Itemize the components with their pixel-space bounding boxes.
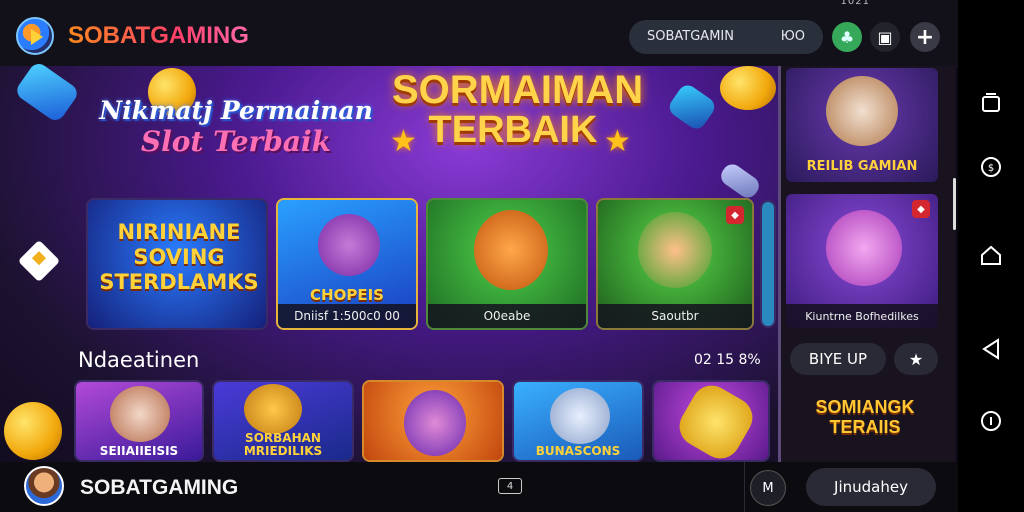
hero-slogan: Nikmatj Permainan Slot Terbaik xyxy=(96,96,376,158)
bottom-divider xyxy=(744,462,745,512)
featured-game-card-partial[interactable] xyxy=(760,200,776,328)
side-game-caption: Kiuntrne Bofhedilkes xyxy=(786,304,938,328)
hot-badge-icon: ◆ xyxy=(726,206,744,224)
account-balance: ЮО xyxy=(780,29,805,44)
game-caption: Dniisf 1:500c0 00 xyxy=(278,304,416,328)
character-art xyxy=(826,210,902,286)
character-art xyxy=(550,388,610,444)
character-art xyxy=(318,214,380,276)
section-title: Ndaeatinen xyxy=(78,348,200,372)
coin-decoration xyxy=(720,66,776,110)
promo-line2: TERAIIS xyxy=(829,416,901,437)
panel-divider xyxy=(778,66,781,462)
gem-decoration xyxy=(665,81,719,133)
game-caption: O0eabe xyxy=(428,304,586,328)
app-screen: 1021 SOBATGAMING SOBATGAMIN ЮО ♣ ▣ + Nik… xyxy=(0,0,1024,512)
side-game-card[interactable]: ◆ Kiuntrne Bofhedilkes xyxy=(784,192,940,330)
main-content: Nikmatj Permainan Slot Terbaik SORMAIMAN… xyxy=(0,60,778,462)
bottom-brand: SOBATGAMING xyxy=(80,476,239,499)
hero-slogan-line2: Slot Terbaik xyxy=(140,125,332,158)
logo-icon[interactable] xyxy=(16,17,54,55)
game-caption: Saoutbr xyxy=(598,304,752,328)
game-card[interactable] xyxy=(362,380,504,462)
side-game-title: REILIB GAMIAN xyxy=(806,159,918,174)
character-art xyxy=(474,210,548,290)
game-title: CHOPEIS xyxy=(310,286,384,304)
star-icon: ★ xyxy=(390,124,417,159)
game-card[interactable] xyxy=(652,380,770,462)
account-name: SOBATGAMIN xyxy=(647,29,734,44)
wallet-icon[interactable]: ▣ xyxy=(870,22,900,52)
back-icon[interactable] xyxy=(980,338,1002,360)
game-card[interactable]: SORBAHAN MRIEDILIKS xyxy=(212,380,354,462)
coin-icon[interactable]: $ xyxy=(980,156,1002,178)
recents-icon[interactable] xyxy=(980,92,1002,114)
plus-icon[interactable]: + xyxy=(910,22,940,52)
menu-circle-button[interactable]: M xyxy=(750,470,786,506)
promo-text: SOMIANGK TERAIIS xyxy=(800,397,930,438)
featured-game-card[interactable]: CHOPEIS Dniisf 1:500c0 00 xyxy=(276,198,418,330)
status-text: 1021 xyxy=(840,0,870,7)
character-art xyxy=(826,76,898,146)
game-title: NIRINIANE SOVING STERDLAMKS xyxy=(99,220,259,295)
svg-text:$: $ xyxy=(988,163,994,174)
star-button[interactable]: ★ xyxy=(894,343,938,375)
game-title: BUNASCONS xyxy=(535,444,621,458)
account-pill[interactable]: SOBATGAMIN ЮО xyxy=(629,20,823,54)
character-art xyxy=(244,384,302,434)
gem-decoration xyxy=(13,60,81,124)
featured-game-card[interactable]: O0eabe xyxy=(426,198,588,330)
hero-title-line1: SORMAIMAN xyxy=(392,68,644,112)
game-card[interactable]: SEIIAIIEISIS xyxy=(74,380,204,462)
character-art xyxy=(110,386,170,442)
home-icon[interactable] xyxy=(980,244,1002,266)
featured-game-card[interactable]: ◆ Saoutbr xyxy=(596,198,754,330)
coin-decoration xyxy=(4,402,62,460)
game-title: SEIIAIIEISIS xyxy=(99,444,179,458)
carousel-prev-button[interactable] xyxy=(17,239,61,283)
promo-line1: SOMIANGK xyxy=(815,397,915,417)
avatar[interactable] xyxy=(24,466,64,506)
side-game-card[interactable]: REILIB GAMIAN xyxy=(784,66,940,184)
star-icon: ★ xyxy=(604,124,631,159)
bottom-action-button[interactable]: Jinudahey xyxy=(806,468,936,506)
game-title: SORBAHAN MRIEDILIKS xyxy=(243,430,323,458)
game-card[interactable]: BUNASCONS xyxy=(512,380,644,462)
top-bar: 1021 SOBATGAMING SOBATGAMIN ЮО ♣ ▣ + xyxy=(0,0,958,68)
info-icon[interactable] xyxy=(980,410,1002,432)
gem-decoration xyxy=(717,160,763,202)
scrollbar[interactable] xyxy=(953,178,956,230)
cast-icon[interactable]: 4 xyxy=(498,478,522,494)
section-meta: 02 15 8% xyxy=(694,352,761,368)
featured-game-card[interactable]: NIRINIANE SOVING STERDLAMKS xyxy=(86,198,268,330)
brand-title[interactable]: SOBATGAMING xyxy=(68,22,249,50)
pill-button[interactable]: BIYE UP xyxy=(790,343,886,375)
hero-title: SORMAIMAN TERBAIK xyxy=(392,68,644,151)
hot-badge-icon: ◆ xyxy=(912,200,930,218)
hero-slogan-line1: Nikmatj Permainan xyxy=(99,96,373,125)
clover-icon[interactable]: ♣ xyxy=(832,22,862,52)
character-art xyxy=(404,390,466,456)
character-art xyxy=(638,212,712,288)
hero-title-line2: TERBAIK xyxy=(428,108,598,151)
